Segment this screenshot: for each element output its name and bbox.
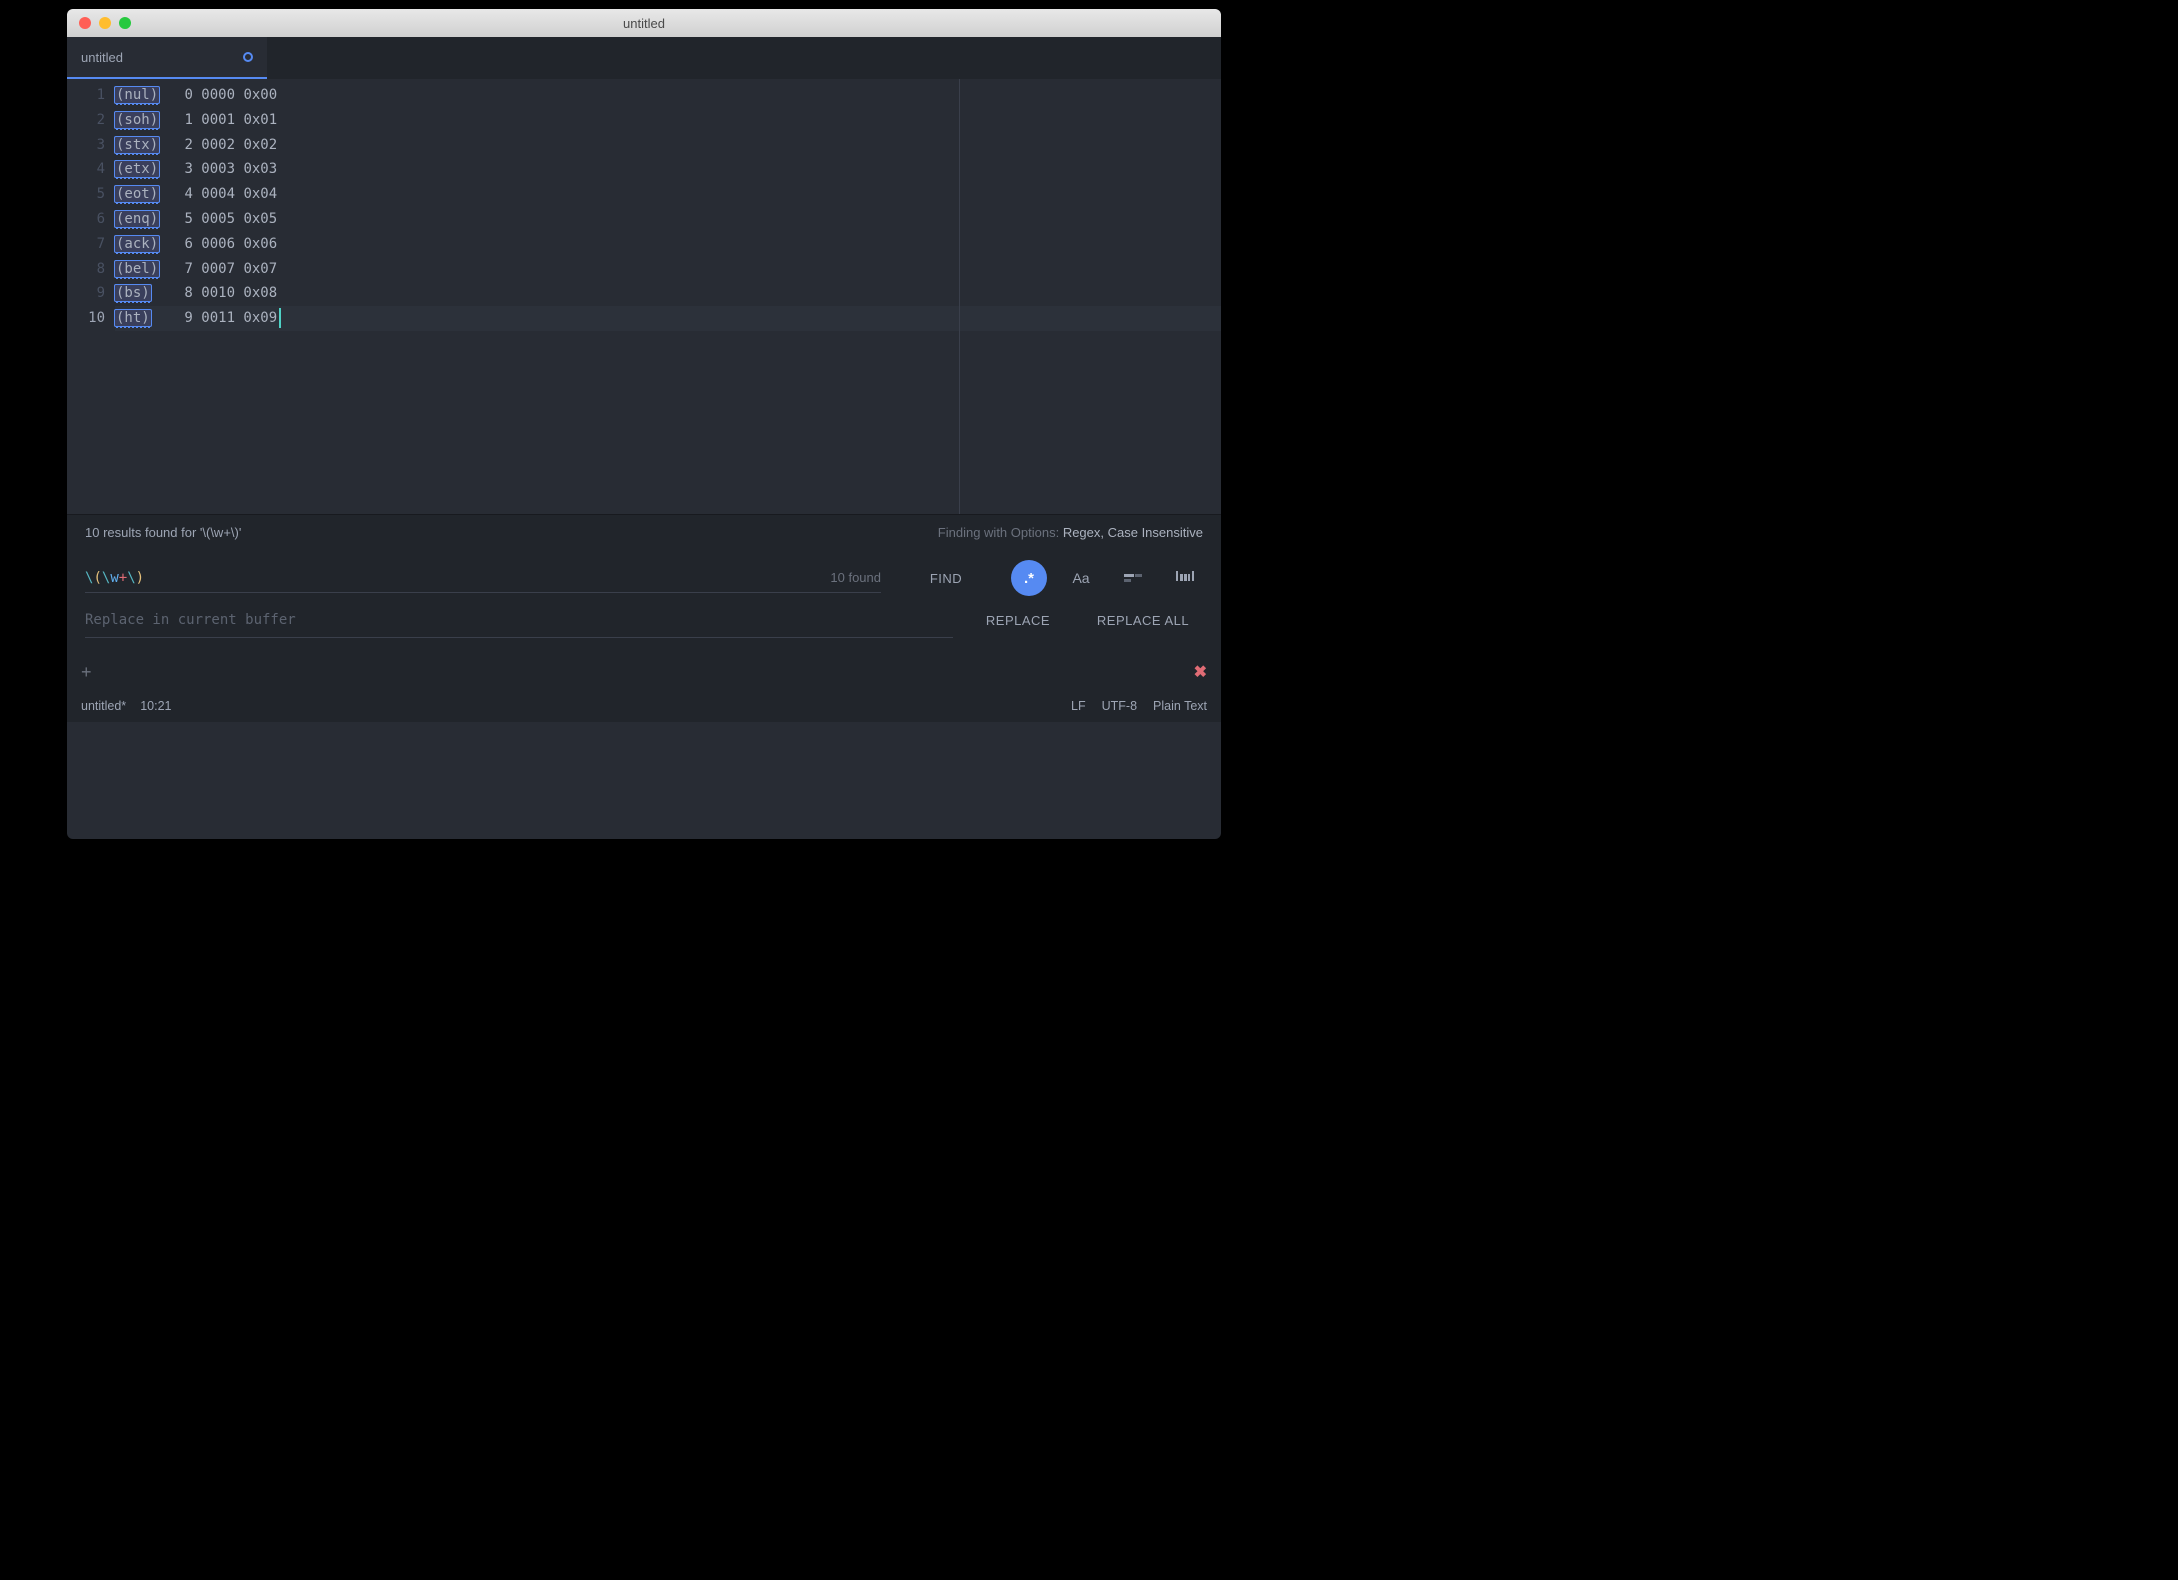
selection-icon (1124, 572, 1142, 584)
code-line[interactable]: (bs) 8 0010 0x08 (115, 281, 1221, 306)
line-number: 1 (67, 83, 115, 108)
search-match-highlight: (ht) (114, 309, 152, 327)
tab-modified-icon[interactable] (243, 52, 253, 62)
status-right: LF UTF-8 Plain Text (1071, 699, 1207, 713)
search-match-highlight: (enq) (114, 210, 160, 228)
line-number: 6 (67, 207, 115, 232)
find-button[interactable]: FIND (901, 563, 991, 594)
code-line[interactable]: (eot) 4 0004 0x04 (115, 182, 1221, 207)
find-row: \(\w+\) 10 found FIND .* Aa (67, 550, 1221, 602)
minimize-window-button[interactable] (99, 17, 111, 29)
tab-label: untitled (81, 50, 123, 65)
search-match-highlight: (bel) (114, 260, 160, 278)
code-line[interactable]: (etx) 3 0003 0x03 (115, 157, 1221, 182)
line-number: 9 (67, 281, 115, 306)
status-encoding[interactable]: UTF-8 (1102, 699, 1137, 713)
line-number: 8 (67, 257, 115, 282)
text-cursor (279, 308, 281, 328)
case-icon: Aa (1072, 570, 1089, 586)
status-left: untitled* 10:21 (81, 699, 171, 713)
find-pattern-display: \(\w+\) (85, 570, 144, 586)
panel-footer: + ✖ (67, 654, 1221, 690)
zoom-window-button[interactable] (119, 17, 131, 29)
line-number: 4 (67, 157, 115, 182)
find-results-count: 10 results found for '\(\w+\)' (85, 525, 241, 540)
code-line[interactable]: (soh) 1 0001 0x01 (115, 108, 1221, 133)
code-line[interactable]: (ht) 9 0011 0x09 (115, 306, 1221, 331)
search-match-highlight: (nul) (114, 86, 160, 104)
text-editor[interactable]: 12345678910 (nul) 0 0000 0x00(soh) 1 000… (67, 79, 1221, 514)
search-match-highlight: (ack) (114, 235, 160, 253)
search-match-highlight: (etx) (114, 160, 160, 178)
code-line[interactable]: (enq) 5 0005 0x05 (115, 207, 1221, 232)
replace-input[interactable]: Replace in current buffer (85, 602, 953, 638)
code-line[interactable]: (stx) 2 0002 0x02 (115, 133, 1221, 158)
line-number: 5 (67, 182, 115, 207)
code-text: 1 0001 0x01 (159, 112, 277, 128)
whole-word-toggle[interactable] (1167, 560, 1203, 596)
line-number: 2 (67, 108, 115, 133)
code-line[interactable]: (bel) 7 0007 0x07 (115, 257, 1221, 282)
search-match-highlight: (stx) (114, 136, 160, 154)
code-text: 6 0006 0x06 (159, 236, 277, 252)
traffic-lights (67, 17, 131, 29)
status-grammar[interactable]: Plain Text (1153, 699, 1207, 713)
code-text: 4 0004 0x04 (159, 186, 277, 202)
status-bar: untitled* 10:21 LF UTF-8 Plain Text (67, 690, 1221, 722)
tab-bar: untitled (67, 37, 1221, 79)
tab-untitled[interactable]: untitled (67, 37, 267, 79)
replace-all-button[interactable]: REPLACE ALL (1083, 605, 1203, 636)
replace-placeholder: Replace in current buffer (85, 612, 296, 628)
status-cursor-position[interactable]: 10:21 (140, 699, 171, 713)
selection-only-toggle[interactable] (1115, 560, 1151, 596)
code-text: 9 0011 0x09 (151, 310, 277, 326)
find-and-replace-panel: 10 results found for '\(\w+\)' Finding w… (67, 514, 1221, 654)
regex-icon: .* (1024, 570, 1034, 587)
replace-button[interactable]: REPLACE (973, 605, 1063, 636)
code-text: 0 0000 0x00 (159, 87, 277, 103)
code-text: 8 0010 0x08 (151, 285, 277, 301)
window-title: untitled (623, 16, 665, 31)
regex-toggle[interactable]: .* (1011, 560, 1047, 596)
case-sensitive-toggle[interactable]: Aa (1063, 560, 1099, 596)
search-match-highlight: (soh) (114, 111, 160, 129)
wrap-guide (959, 79, 960, 514)
editor-window: untitled untitled 12345678910 (nul) 0 00… (67, 9, 1221, 839)
close-window-button[interactable] (79, 17, 91, 29)
gutter: 12345678910 (67, 79, 115, 514)
code-text: 2 0002 0x02 (159, 137, 277, 153)
find-options-summary: Finding with Options: Regex, Case Insens… (938, 525, 1203, 540)
code-line[interactable]: (nul) 0 0000 0x00 (115, 83, 1221, 108)
code-area[interactable]: (nul) 0 0000 0x00(soh) 1 0001 0x01(stx) … (115, 79, 1221, 514)
code-line[interactable]: (ack) 6 0006 0x06 (115, 232, 1221, 257)
line-number: 3 (67, 133, 115, 158)
find-count-badge: 10 found (830, 570, 881, 585)
search-match-highlight: (bs) (114, 284, 152, 302)
line-number: 10 (67, 306, 115, 331)
code-text: 5 0005 0x05 (159, 211, 277, 227)
close-panel-button[interactable]: ✖ (1194, 662, 1207, 682)
find-option-icons: .* Aa (1011, 560, 1203, 596)
line-number: 7 (67, 232, 115, 257)
code-text: 7 0007 0x07 (159, 261, 277, 277)
status-line-ending[interactable]: LF (1071, 699, 1086, 713)
find-input[interactable]: \(\w+\) 10 found (85, 564, 881, 593)
code-text: 3 0003 0x03 (159, 161, 277, 177)
add-panel-button[interactable]: + (81, 662, 92, 683)
titlebar: untitled (67, 9, 1221, 37)
search-match-highlight: (eot) (114, 185, 160, 203)
replace-row: Replace in current buffer REPLACE REPLAC… (67, 602, 1221, 654)
find-status-row: 10 results found for '\(\w+\)' Finding w… (67, 515, 1221, 550)
status-filename[interactable]: untitled* (81, 699, 126, 713)
whole-word-icon (1176, 571, 1194, 585)
